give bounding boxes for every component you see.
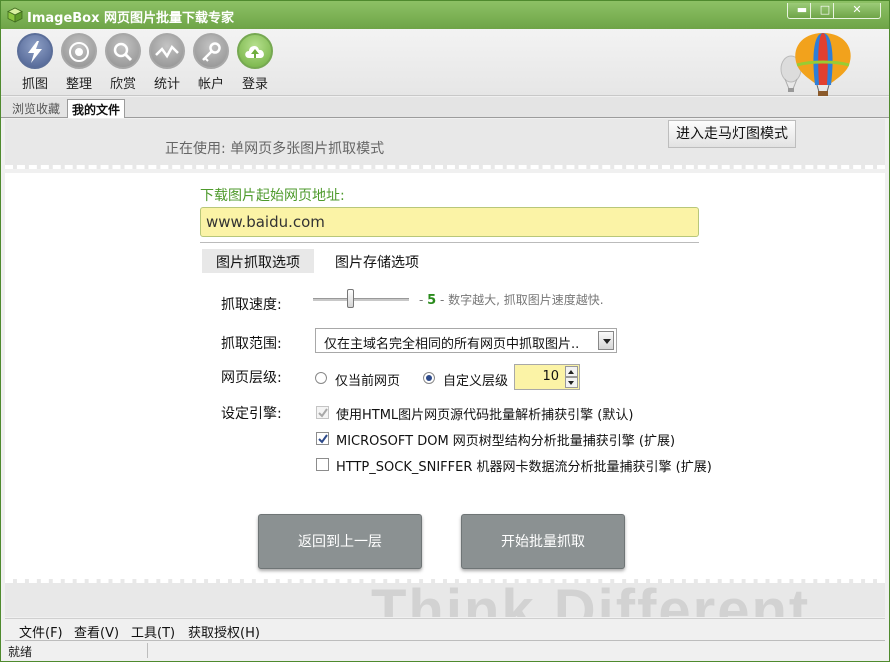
toolbar-view-label: 欣赏 xyxy=(109,77,136,92)
menu-license[interactable]: 获取授权(H) xyxy=(188,622,260,641)
app-window: ImageBox 网页图片批量下载专家 ▬ □ ✕ 抓图 整理 欣赏 统计 帐户… xyxy=(0,0,890,662)
divider xyxy=(200,242,699,243)
engine-html-label: 使用HTML图片网页源代码批量解析捕获引擎 (默认) xyxy=(336,408,634,423)
mode-band: 正在使用: 单网页多张图片抓取模式 进入走马灯图模式 xyxy=(5,119,885,169)
engine-sniffer-checkbox[interactable] xyxy=(316,458,329,471)
magnifier-icon xyxy=(113,42,133,62)
speed-readout: - 5 - 数字越大, 抓取图片速度越快. xyxy=(419,291,604,308)
toolbar-login-label: 登录 xyxy=(241,77,268,92)
stepper-down-icon[interactable] xyxy=(565,377,578,388)
level-custom-label: 自定义层级 xyxy=(443,374,509,389)
slogan-watermark: Think Different xyxy=(371,579,811,617)
level-depth-value: 10 xyxy=(542,369,559,384)
status-text: 就绪 xyxy=(8,645,33,659)
level-label: 网页层级: xyxy=(221,370,282,386)
slogan-band: Think Different xyxy=(5,579,885,617)
speed-label: 抓取速度: xyxy=(221,297,282,313)
level-custom-radio[interactable] xyxy=(423,372,435,384)
toolbar-stats-button[interactable]: 统计 xyxy=(145,33,189,92)
capture-panel: 下载图片起始网页地址: 图片抓取选项 图片存储选项 抓取速度: - 5 - 数字… xyxy=(5,173,885,579)
key-icon xyxy=(202,42,221,62)
toolbar-organize-button[interactable]: 整理 xyxy=(57,33,101,92)
url-label: 下载图片起始网页地址: xyxy=(200,188,345,204)
toolbar-login-button[interactable]: 登录 xyxy=(233,33,277,92)
nav-tabs: 浏览收藏 我的文件 xyxy=(1,97,889,118)
toolbar-capture-button[interactable]: 抓图 xyxy=(13,33,57,92)
speed-value: 5 xyxy=(427,293,437,308)
start-url-input[interactable] xyxy=(200,207,699,237)
tab-my-files[interactable]: 我的文件 xyxy=(67,99,126,118)
tab-capture-options[interactable]: 图片抓取选项 xyxy=(202,249,314,273)
toolbar-view-button[interactable]: 欣赏 xyxy=(101,33,145,92)
tab-storage-options[interactable]: 图片存储选项 xyxy=(321,249,433,273)
main-toolbar: 抓图 整理 欣赏 统计 帐户 登录 xyxy=(1,29,889,96)
chevron-down-icon[interactable] xyxy=(598,331,614,350)
menu-bar: 文件(F) 查看(V) 工具(T) 获取授权(H) xyxy=(5,618,885,641)
marquee-mode-button[interactable]: 进入走马灯图模式 xyxy=(668,120,796,148)
title-bar[interactable]: ImageBox 网页图片批量下载专家 ▬ □ ✕ xyxy=(1,1,889,29)
engine-dom-label: MICROSOFT DOM 网页树型结构分析批量捕获引擎 (扩展) xyxy=(336,434,676,449)
toolbar-account-button[interactable]: 帐户 xyxy=(189,33,233,92)
speed-prefix: - xyxy=(419,293,428,307)
start-capture-button[interactable]: 开始批量抓取 xyxy=(461,514,625,569)
status-separator xyxy=(147,643,148,658)
stepper-up-icon[interactable] xyxy=(565,366,578,377)
hot-air-balloon-logo xyxy=(780,33,851,96)
toolbar-account-label: 帐户 xyxy=(197,77,224,92)
level-current-radio[interactable] xyxy=(315,372,327,384)
close-button[interactable]: ✕ xyxy=(833,3,881,19)
toolbar-capture-label: 抓图 xyxy=(21,77,48,92)
engine-label: 设定引擎: xyxy=(221,406,282,422)
speed-slider-track[interactable] xyxy=(313,298,409,301)
level-depth-stepper[interactable]: 10 xyxy=(514,364,580,390)
toolbar-stats-label: 统计 xyxy=(153,77,180,92)
tab-browse-favorites[interactable]: 浏览收藏 xyxy=(8,99,64,118)
speed-hint: - 数字越大, 抓取图片速度越快. xyxy=(436,293,604,307)
speed-slider-thumb[interactable] xyxy=(347,289,354,308)
scope-selected-value: 仅在主域名完全相同的所有网页中抓取图片.. xyxy=(324,337,580,352)
current-mode-text: 正在使用: 单网页多张图片抓取模式 xyxy=(165,141,385,157)
cloud-upload-icon xyxy=(245,45,264,58)
back-button[interactable]: 返回到上一层 xyxy=(258,514,422,569)
window-title: ImageBox 网页图片批量下载专家 xyxy=(27,11,235,26)
scope-label: 抓取范围: xyxy=(221,336,282,352)
status-bar: 就绪 xyxy=(5,640,885,660)
chart-line-icon xyxy=(155,44,179,59)
checkmark-icon xyxy=(318,434,328,444)
menu-view[interactable]: 查看(V) xyxy=(74,622,119,641)
app-cube-icon xyxy=(7,7,23,23)
menu-file[interactable]: 文件(F) xyxy=(19,622,63,641)
engine-dom-checkbox[interactable] xyxy=(316,432,329,445)
scope-select[interactable]: 仅在主域名完全相同的所有网页中抓取图片.. xyxy=(315,328,617,353)
level-current-label: 仅当前网页 xyxy=(335,374,401,389)
checkmark-icon xyxy=(318,408,328,418)
lightning-icon xyxy=(28,41,42,63)
engine-html-checkbox xyxy=(316,406,329,419)
eye-icon xyxy=(69,42,89,62)
toolbar-organize-label: 整理 xyxy=(65,77,92,92)
menu-tools[interactable]: 工具(T) xyxy=(131,622,175,641)
engine-sniffer-label: HTTP_SOCK_SNIFFER 机器网卡数据流分析批量捕获引擎 (扩展) xyxy=(336,460,712,475)
